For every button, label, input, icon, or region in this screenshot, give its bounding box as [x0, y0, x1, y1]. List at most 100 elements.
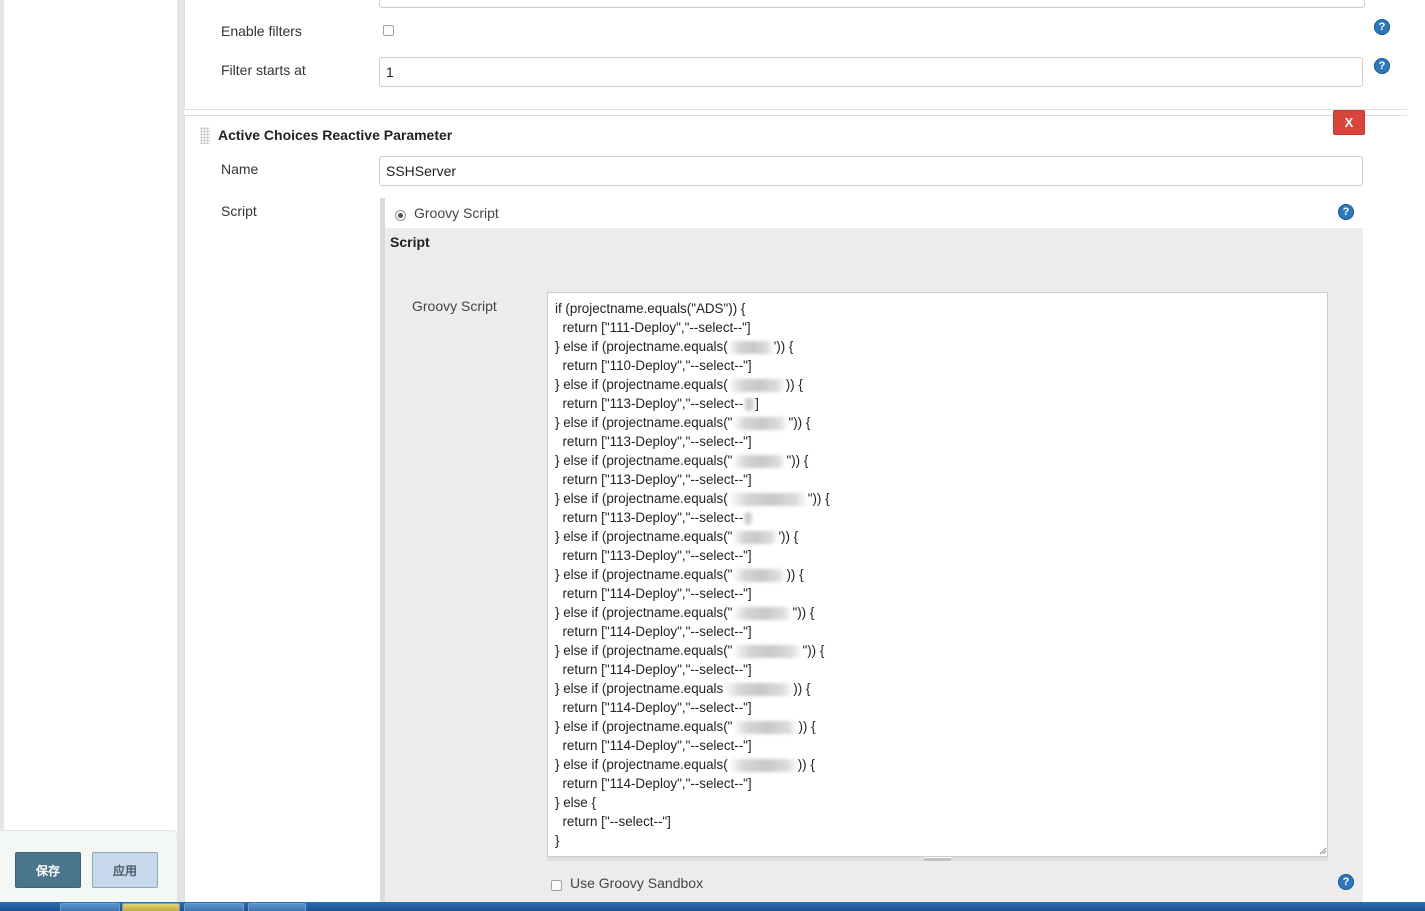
code-line-tail: ] — [755, 396, 759, 411]
code-line-text: return ["114-Deploy","--select--"] — [555, 624, 752, 639]
code-line-tail: )) { — [793, 681, 811, 696]
code-line: return ["113-Deploy","--select--"] — [555, 432, 1320, 451]
code-line-text: return ["113-Deploy","--select--"] — [555, 472, 752, 487]
code-line: } else if (projectname.equals(" ')) { — [555, 527, 1320, 546]
code-line-text: } else if (projectname.equals — [555, 681, 724, 696]
code-line-text: } — [555, 833, 560, 848]
code-line-text: } else if (projectname.equals(" — [555, 605, 733, 620]
code-line-tail: )) { — [785, 377, 803, 392]
redacted-text — [732, 530, 779, 544]
code-line: return ["111-Deploy","--select--"] — [555, 318, 1320, 337]
code-line: return ["--select--"] — [555, 812, 1320, 831]
section-divider — [184, 109, 1407, 110]
use-groovy-sandbox-label[interactable]: Use Groovy Sandbox — [570, 875, 703, 891]
taskbar-app-button[interactable] — [184, 903, 244, 911]
help-icon[interactable]: ? — [1338, 204, 1354, 220]
code-line: return ["113-Deploy","--select--"] — [555, 470, 1320, 489]
code-line-tail: )) { — [798, 719, 816, 734]
code-line-tail: ")) { — [786, 453, 809, 468]
code-line: } else if (projectname.equals )) { — [555, 679, 1320, 698]
redacted-text — [732, 416, 789, 430]
name-label: Name — [221, 161, 259, 177]
code-line: } else if (projectname.equals(" ")) { — [555, 603, 1320, 622]
code-line-text: return ["113-Deploy","--select-- — [555, 396, 744, 411]
code-line: } else if (projectname.equals(" )) { — [555, 565, 1320, 584]
save-button[interactable]: 保存 — [15, 852, 81, 888]
apply-button[interactable]: 应用 — [92, 852, 158, 888]
code-line: } else if (projectname.equals()) { — [555, 375, 1320, 394]
code-line: return ["113-Deploy","--select--] — [555, 394, 1320, 413]
filter-starts-at-label: Filter starts at — [221, 62, 306, 78]
taskbar-app-button[interactable] — [122, 903, 180, 911]
redacted-text — [732, 720, 799, 734]
code-line-tail: )) { — [786, 567, 804, 582]
script-section-title: Script — [390, 234, 430, 250]
code-line-text: return ["114-Deploy","--select--"] — [555, 776, 752, 791]
taskbar-app-button[interactable] — [60, 903, 120, 911]
code-line-text: } else if (projectname.equals( — [555, 491, 728, 506]
help-icon[interactable]: ? — [1374, 19, 1390, 35]
panel-divider[interactable] — [177, 0, 184, 902]
code-line-tail: ')) { — [778, 529, 799, 544]
code-line: } else if (projectname.equals(")) { — [555, 717, 1320, 736]
enable-filters-label: Enable filters — [221, 23, 302, 39]
code-line: } else if (projectname.equals( ')) { — [555, 337, 1320, 356]
code-line: return ["113-Deploy","--select--"] — [555, 546, 1320, 565]
redacted-text — [732, 454, 787, 468]
code-line-text: return ["114-Deploy","--select--"] — [555, 738, 752, 753]
code-line-text: if (projectname.equals("ADS")) { — [555, 301, 746, 316]
code-line-tail: ")) { — [807, 491, 830, 506]
code-line-tail: )) { — [797, 757, 815, 772]
code-line: return ["114-Deploy","--select--"] — [555, 698, 1320, 717]
redacted-text — [732, 568, 787, 582]
help-icon[interactable]: ? — [1338, 874, 1354, 890]
code-line: if (projectname.equals("ADS")) { — [555, 299, 1320, 318]
code-line-tail: ")) { — [802, 643, 825, 658]
code-line-text: return ["113-Deploy","--select--"] — [555, 434, 752, 449]
previous-text-field[interactable] — [379, 0, 1365, 8]
radio-selected-dot — [398, 213, 403, 218]
code-line: return ["110-Deploy","--select--"] — [555, 356, 1320, 375]
redacted-text — [723, 682, 794, 696]
redacted-text — [727, 378, 786, 392]
code-line-text: } else if (projectname.equals(" — [555, 643, 733, 658]
delete-parameter-button[interactable]: X — [1333, 110, 1365, 135]
code-line-text: return ["114-Deploy","--select--"] — [555, 700, 752, 715]
section-border — [184, 0, 185, 110]
groovy-script-field-label: Groovy Script — [412, 298, 497, 314]
parameter-title: Active Choices Reactive Parameter — [218, 127, 453, 143]
code-line: return ["114-Deploy","--select--"] — [555, 660, 1320, 679]
redacted-text — [727, 758, 798, 772]
code-line-text: return ["114-Deploy","--select--"] — [555, 662, 752, 677]
name-input[interactable]: SSHServer — [379, 156, 1363, 186]
code-line: } else if (projectname.equals( ")) { — [555, 489, 1320, 508]
code-line-text: } else if (projectname.equals(" — [555, 567, 733, 582]
script-label: Script — [221, 203, 257, 219]
code-line-text: return ["113-Deploy","--select-- — [555, 510, 744, 525]
drag-handle-icon[interactable] — [200, 127, 210, 144]
enable-filters-checkbox[interactable] — [383, 25, 394, 36]
groovy-script-textarea[interactable]: if (projectname.equals("ADS")) { return … — [547, 292, 1328, 857]
code-line-tail: ")) { — [792, 605, 815, 620]
groovy-script-radio[interactable] — [395, 210, 406, 221]
redacted-text — [743, 511, 754, 525]
code-line-text: } else if (projectname.equals( — [555, 339, 728, 354]
taskbar-app-button[interactable] — [248, 903, 306, 911]
code-line-text: return ["--select--"] — [555, 814, 671, 829]
code-line-text: return ["114-Deploy","--select--"] — [555, 586, 752, 601]
code-line-text: } else if (projectname.equals(" — [555, 529, 733, 544]
code-line: } — [555, 831, 1320, 850]
redacted-text — [727, 492, 808, 506]
use-groovy-sandbox-checkbox[interactable] — [551, 880, 562, 891]
code-line-tail: ')) { — [773, 339, 794, 354]
code-line: } else { — [555, 793, 1320, 812]
groovy-script-radio-label[interactable]: Groovy Script — [414, 205, 499, 221]
code-line-text: } else if (projectname.equals( — [555, 757, 728, 772]
filter-starts-at-input[interactable]: 1 — [379, 57, 1363, 87]
textarea-scroll-handle[interactable] — [924, 857, 951, 861]
resize-grip-icon[interactable] — [1318, 846, 1327, 855]
help-icon[interactable]: ? — [1374, 58, 1390, 74]
left-panel-edge — [0, 0, 4, 830]
code-line-text: return ["110-Deploy","--select--"] — [555, 358, 752, 373]
redacted-text — [743, 397, 756, 411]
